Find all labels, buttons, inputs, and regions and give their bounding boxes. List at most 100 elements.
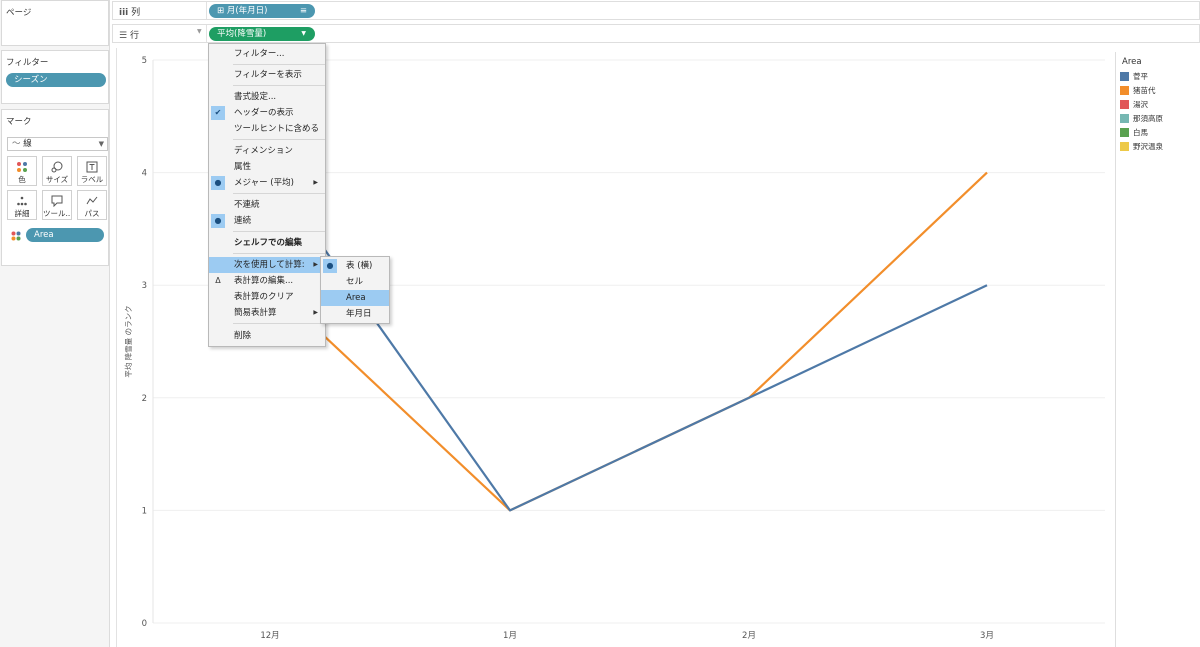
legend-label: 野沢温泉	[1133, 142, 1163, 151]
menu-item-continuous[interactable]: ● 連続	[209, 213, 325, 229]
legend-label: 菅平	[1133, 72, 1148, 81]
path-label: パス	[84, 209, 100, 218]
size-icon	[43, 161, 71, 173]
menu-item-filter[interactable]: フィルター...	[209, 46, 325, 62]
submenu-item-area[interactable]: Area	[321, 290, 389, 306]
legend-title: Area	[1122, 57, 1142, 67]
size-button[interactable]: サイズ	[42, 156, 72, 186]
mark-type-value: 線	[23, 139, 32, 149]
menu-item-quick-table-calc[interactable]: 簡易表計算 ▶	[209, 305, 325, 321]
menu-item-compute-using-label: 次を使用して計算:	[234, 260, 305, 270]
menu-separator	[233, 139, 325, 140]
legend-swatch	[1120, 99, 1129, 109]
path-button[interactable]: パス	[77, 190, 107, 220]
menu-item-continuous-label: 連続	[234, 216, 252, 226]
menu-item-edit-table-calc[interactable]: Δ 表計算の編集...	[209, 273, 325, 289]
menu-item-show-header[interactable]: ✔ ヘッダーの表示	[209, 105, 325, 121]
mark-type-select[interactable]: 〜 線 ▼	[7, 137, 108, 151]
legend-item[interactable]: 那須高原	[1120, 113, 1163, 125]
menu-item-remove[interactable]: 削除	[209, 328, 325, 344]
chevron-down-icon: ▼	[98, 140, 104, 148]
x-tick-label: 3月	[980, 631, 994, 641]
y-tick-label: 0	[142, 619, 147, 629]
pages-title: ページ	[6, 8, 32, 18]
menu-separator	[233, 64, 325, 65]
path-icon	[78, 195, 106, 207]
filters-card: フィルター シーズン	[1, 50, 109, 104]
menu-separator	[233, 323, 325, 324]
legend-item[interactable]: 菅平	[1120, 71, 1148, 83]
y-tick-label: 5	[142, 56, 147, 66]
tooltip-label: ツール...	[43, 209, 71, 218]
y-axis-title: 平均 降雪量 のランク	[123, 305, 133, 377]
tooltip-button[interactable]: ツール...	[42, 190, 72, 220]
legend-label: 那須高原	[1133, 114, 1163, 123]
columns-shelf[interactable]: iii 列 ⊞ 月(年月日) ≡	[112, 1, 1200, 20]
rows-label-text: 行	[129, 31, 139, 41]
legend-item[interactable]: 野沢温泉	[1120, 141, 1163, 153]
legend-label: 湯沢	[1133, 100, 1148, 109]
submenu-item-cell[interactable]: セル	[321, 274, 389, 290]
filter-pill-season[interactable]: シーズン	[6, 73, 106, 87]
compute-using-submenu: ● 表 (横) セル Area 年月日	[320, 256, 390, 324]
filters-title: フィルター	[6, 58, 49, 68]
selected-dot-icon: ●	[211, 214, 225, 228]
detail-button[interactable]: 詳細	[7, 190, 37, 220]
legend-item[interactable]: 猪苗代	[1120, 85, 1156, 97]
legend-swatch	[1120, 127, 1129, 137]
series-line	[269, 171, 988, 512]
color-field-pill[interactable]: Area	[26, 228, 104, 242]
menu-item-format[interactable]: 書式設定...	[209, 89, 325, 105]
color-button[interactable]: 色	[7, 156, 37, 186]
legend-label: 猪苗代	[1133, 86, 1156, 95]
shelf-divider	[206, 25, 207, 42]
menu-item-show-header-label: ヘッダーの表示	[234, 108, 294, 118]
menu-item-measure[interactable]: ● メジャー (平均) ▶	[209, 175, 325, 191]
marks-card: マーク 〜 線 ▼ 色 サイズ ラベル 詳細 ツール... パス Area	[1, 109, 109, 266]
menu-item-dimension[interactable]: ディメンション	[209, 143, 325, 159]
submenu-item-table-across-label: 表 (横)	[346, 261, 373, 271]
legend-item[interactable]: 白馬	[1120, 127, 1148, 139]
label-button[interactable]: ラベル	[77, 156, 107, 186]
selected-dot-icon: ●	[211, 176, 225, 190]
label-label: ラベル	[80, 175, 104, 184]
size-label: サイズ	[45, 175, 69, 184]
shelf-divider	[206, 2, 207, 19]
rows-pill[interactable]: 平均(降雪量) ▼	[209, 27, 315, 41]
submenu-item-table-across[interactable]: ● 表 (横)	[321, 258, 389, 274]
submenu-item-date[interactable]: 年月日	[321, 306, 389, 322]
color-icon	[8, 161, 36, 173]
rows-dropdown-icon[interactable]: ▼	[197, 28, 202, 35]
menu-separator	[233, 231, 325, 232]
y-tick-label: 2	[142, 394, 147, 404]
legend-label: 白馬	[1133, 128, 1148, 137]
columns-pill[interactable]: ⊞ 月(年月日) ≡	[209, 4, 315, 18]
rows-icon: ☰	[119, 31, 128, 41]
legend-item[interactable]: 湯沢	[1120, 99, 1148, 111]
menu-item-discrete[interactable]: 不連続	[209, 197, 325, 213]
rows-shelf[interactable]: ☰ 行 ▼ 平均(降雪量) ▼	[112, 24, 1200, 43]
menu-item-attribute[interactable]: 属性	[209, 159, 325, 175]
pill-chevron-down-icon: ▼	[301, 30, 306, 37]
menu-separator	[233, 193, 325, 194]
color-legend: Area 菅平 猪苗代 湯沢 那須高原 白馬 野沢温泉	[1115, 52, 1200, 647]
color-label: 色	[18, 175, 26, 184]
menu-item-include-in-tooltip[interactable]: ツールヒントに含める	[209, 121, 325, 137]
menu-item-compute-using[interactable]: 次を使用して計算: ▶	[209, 257, 325, 273]
rows-pill-text: 平均(降雪量)	[217, 29, 267, 39]
series-line	[269, 171, 988, 512]
selected-dot-icon: ●	[323, 259, 337, 273]
legend-swatch	[1120, 141, 1129, 151]
menu-item-show-filter[interactable]: フィルターを表示	[209, 67, 325, 83]
menu-item-edit-table-calc-label: 表計算の編集...	[234, 276, 294, 286]
x-tick-label: 2月	[742, 631, 756, 641]
pill-context-menu: フィルター... フィルターを表示 書式設定... ✔ ヘッダーの表示 ツールヒン…	[208, 43, 326, 347]
detail-icon	[8, 195, 36, 207]
y-tick-label: 4	[142, 169, 147, 179]
x-tick-label: 12月	[260, 631, 279, 641]
menu-item-edit-in-shelf[interactable]: シェルフでの編集	[209, 235, 325, 251]
menu-item-clear-table-calc[interactable]: 表計算のクリア	[209, 289, 325, 305]
checkmark-icon: ✔	[211, 106, 225, 120]
marks-title: マーク	[6, 117, 32, 127]
menu-separator	[233, 253, 325, 254]
